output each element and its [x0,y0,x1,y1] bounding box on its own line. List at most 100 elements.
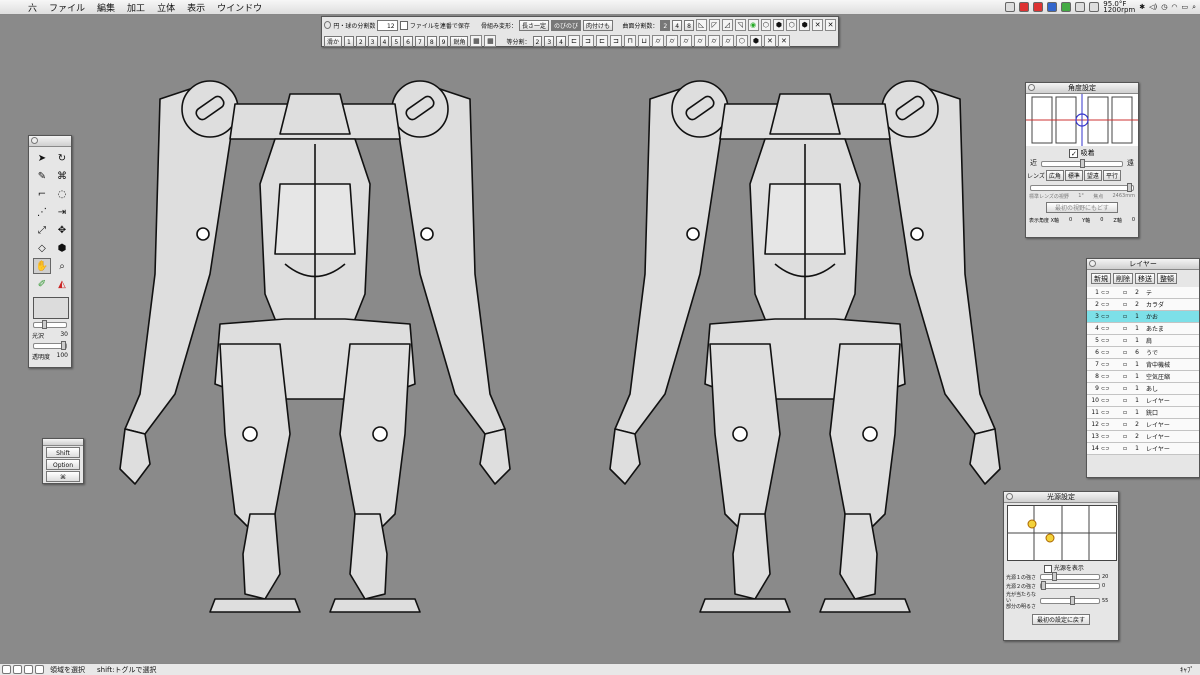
menu-app[interactable]: 六 [22,1,43,14]
layer-visibility-icon[interactable]: ⊂⊃ [1101,302,1123,308]
layer-row[interactable]: 7 ⊂⊃ ▫ 1 背中機械 [1087,359,1199,371]
bluetooth-icon[interactable]: ✱ [1139,3,1145,11]
light2-slider-knob[interactable] [1041,581,1046,590]
layer-visibility-icon[interactable]: ⊂⊃ [1101,290,1123,296]
layer-visibility-icon[interactable]: ⊂⊃ [1101,350,1123,356]
layer-row[interactable]: 13 ⊂⊃ ▫ 2 レイヤー [1087,431,1199,443]
robot-front-view[interactable] [119,80,511,613]
menu-window[interactable]: ウインドウ [211,1,268,14]
close-icon[interactable] [1089,260,1096,267]
paint-bucket-icon[interactable]: ◭ [53,276,71,292]
pen-icon[interactable]: ✎ [33,168,51,184]
layer-visibility-icon[interactable]: ⊂⊃ [1101,374,1123,380]
lens-tele-button[interactable]: 望遠 [1083,170,1102,181]
cube-icon[interactable]: ⬢ [53,240,71,256]
layer-lock-icon[interactable]: ▫ [1123,349,1130,356]
layer-row[interactable]: 2 ⊂⊃ ▫ 2 カラダ [1087,299,1199,311]
status-icon[interactable] [1089,2,1100,12]
close-icon[interactable] [1028,84,1035,91]
layer-row[interactable]: 8 ⊂⊃ ▫ 1 空気圧縮 [1087,371,1199,383]
lens-standard-button[interactable]: 標準 [1064,170,1083,181]
light1-slider-knob[interactable] [1052,572,1057,581]
layer-lock-icon[interactable]: ▫ [1123,397,1130,404]
command-key-button[interactable]: ⌘ [46,471,80,482]
shadow-slider[interactable] [1040,595,1100,605]
layer-lock-icon[interactable]: ▫ [1123,337,1130,344]
layer-row[interactable]: 1 ⊂⊃ ▫ 2 テ [1087,287,1199,299]
layer-row[interactable]: 12 ⊂⊃ ▫ 2 レイヤー [1087,419,1199,431]
time-machine-icon[interactable]: ◷ [1161,3,1167,11]
layer-lock-icon[interactable]: ▫ [1123,409,1130,416]
option-key-button[interactable]: Option [46,459,80,470]
close-icon[interactable] [31,137,38,144]
layer-row[interactable]: 6 ⊂⊃ ▫ 6 うで [1087,347,1199,359]
status-icon[interactable] [1005,2,1016,12]
layer-name[interactable]: レイヤー [1144,420,1170,429]
layer-name[interactable]: 肩 [1144,336,1152,345]
mode-icon[interactable] [13,665,22,674]
layer-visibility-icon[interactable]: ⊂⊃ [1101,422,1123,428]
layer-lock-icon[interactable]: ▫ [1123,421,1130,428]
layer-name[interactable]: あし [1144,384,1158,393]
robot-back-view[interactable] [609,80,1001,613]
distance-slider[interactable] [1041,159,1123,168]
hand-icon[interactable]: ✋ [33,258,51,274]
layer-visibility-icon[interactable]: ⊂⊃ [1101,410,1123,416]
light-grid[interactable] [1007,505,1117,561]
layer-visibility-icon[interactable]: ⊂⊃ [1101,314,1123,320]
status-icon[interactable] [1019,2,1030,12]
status-icon[interactable] [1033,2,1044,12]
layer-row[interactable]: 4 ⊂⊃ ▫ 1 あたま [1087,323,1199,335]
color-swatch[interactable] [33,297,69,319]
menu-view[interactable]: 表示 [181,1,211,14]
rotate-icon[interactable]: ↻ [53,150,71,166]
layer-row[interactable]: 11 ⊂⊃ ▫ 1 銃口 [1087,407,1199,419]
layer-lock-icon[interactable]: ▫ [1123,325,1130,332]
reset-view-button[interactable]: 最初の視野にもどす [1046,202,1118,213]
layer-transfer-button[interactable]: 移送 [1135,273,1155,284]
layer-row[interactable]: 9 ⊂⊃ ▫ 1 あし [1087,383,1199,395]
mode-icon[interactable] [24,665,33,674]
fov-slider[interactable] [1030,183,1134,192]
layer-name[interactable]: レイヤー [1144,444,1170,453]
snap-checkbox[interactable]: ✓ [1069,148,1079,158]
layer-name[interactable]: レイヤー [1144,396,1170,405]
status-icon[interactable] [1075,2,1086,12]
lens-parallel-button[interactable]: 平行 [1102,170,1121,181]
layer-name[interactable]: 背中機械 [1144,360,1170,369]
shadow-slider-knob[interactable] [1070,595,1075,605]
gloss-slider[interactable] [33,320,67,329]
menu-edit[interactable]: 編集 [91,1,121,14]
sound-icon[interactable]: ◁) [1149,3,1157,11]
reset-light-button[interactable]: 最初の設定に戻す [1032,613,1090,625]
layer-new-button[interactable]: 新規 [1091,273,1111,284]
layer-row[interactable]: 14 ⊂⊃ ▫ 1 レイヤー [1087,443,1199,455]
layer-row[interactable]: 5 ⊂⊃ ▫ 1 肩 [1087,335,1199,347]
layer-visibility-icon[interactable]: ⊂⊃ [1101,446,1123,452]
status-icon[interactable] [1061,2,1072,12]
layer-visibility-icon[interactable]: ⊂⊃ [1101,362,1123,368]
opacity-slider[interactable] [33,341,67,350]
angle-preview[interactable] [1026,94,1138,146]
layer-tidy-button[interactable]: 整頓 [1157,273,1177,284]
layer-name[interactable]: 銃口 [1144,408,1158,417]
layer-name[interactable]: テ [1144,288,1152,297]
layer-lock-icon[interactable]: ▫ [1123,313,1130,320]
scale-icon[interactable]: ⤢ [33,222,51,238]
layer-lock-icon[interactable]: ▫ [1123,289,1130,296]
layer-name[interactable]: かお [1144,312,1158,321]
bone-icon[interactable]: ⌘ [53,168,71,184]
gloss-slider-knob[interactable] [42,320,47,329]
layer-lock-icon[interactable]: ▫ [1123,373,1130,380]
mirror-icon[interactable]: ⇥ [53,204,71,220]
spotlight-search-icon[interactable]: ⌕ [1192,3,1196,12]
menu-solid[interactable]: 立体 [151,1,181,14]
layer-lock-icon[interactable]: ▫ [1123,361,1130,368]
line-icon[interactable]: ⌐ [33,186,51,202]
layer-lock-icon[interactable]: ▫ [1123,385,1130,392]
face-icon[interactable]: ◇ [33,240,51,256]
light2-slider[interactable] [1040,581,1100,590]
layer-row[interactable]: 3 ⊂⊃ ▫ 1 かお [1087,311,1199,323]
lens-wide-button[interactable]: 広角 [1045,170,1064,181]
mode-icon[interactable] [2,665,11,674]
